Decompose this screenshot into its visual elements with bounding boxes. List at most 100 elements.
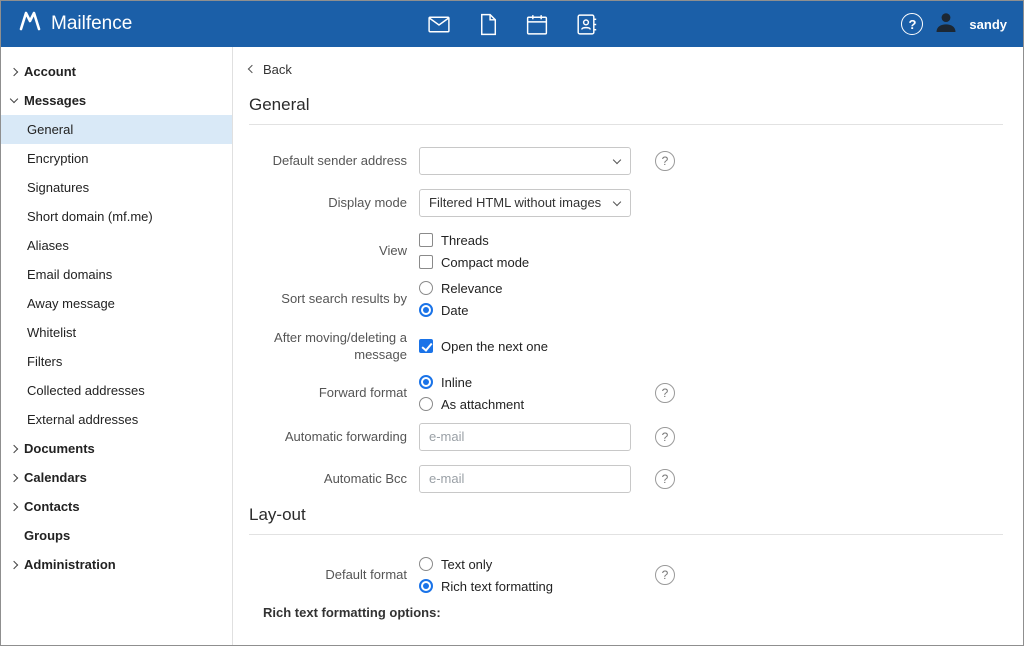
field-label: View: [249, 242, 419, 260]
sidebar-item-administration[interactable]: Administration: [1, 550, 232, 579]
sidebar-item-documents[interactable]: Documents: [1, 434, 232, 463]
sidebar-item-signatures[interactable]: Signatures: [1, 173, 232, 202]
display-mode-select[interactable]: Filtered HTML without images: [419, 189, 631, 217]
chevron-right-icon: [10, 502, 18, 510]
row-view: View Threads Compact mode: [249, 233, 1003, 270]
sidebar-item-whitelist[interactable]: Whitelist: [1, 318, 232, 347]
documents-icon[interactable]: [475, 11, 501, 37]
help-icon[interactable]: ?: [655, 427, 675, 447]
sidebar: Account Messages General Encryption Sign…: [1, 47, 233, 645]
open-next-checkbox-option[interactable]: Open the next one: [419, 339, 631, 354]
field-label: After moving/deleting a message: [249, 329, 419, 364]
top-right-area: ? sandy: [901, 9, 1007, 40]
automatic-forwarding-input[interactable]: [419, 423, 631, 451]
help-icon[interactable]: ?: [901, 13, 923, 35]
sidebar-item-groups[interactable]: Groups: [1, 521, 232, 550]
help-icon[interactable]: ?: [655, 565, 675, 585]
automatic-bcc-input[interactable]: [419, 465, 631, 493]
default-sender-select[interactable]: [419, 147, 631, 175]
sidebar-item-contacts[interactable]: Contacts: [1, 492, 232, 521]
relevance-radio-option[interactable]: Relevance: [419, 281, 631, 296]
mailfence-app: Mailfence ? sandy: [0, 0, 1024, 646]
sidebar-item-aliases[interactable]: Aliases: [1, 231, 232, 260]
option-label: Inline: [441, 375, 472, 390]
sidebar-item-label: Short domain (mf.me): [27, 209, 153, 224]
chevron-down-icon: [10, 95, 18, 103]
main-area: Account Messages General Encryption Sign…: [1, 47, 1023, 645]
sidebar-item-away-message[interactable]: Away message: [1, 289, 232, 318]
sidebar-item-filters[interactable]: Filters: [1, 347, 232, 376]
sidebar-item-external-addresses[interactable]: External addresses: [1, 405, 232, 434]
sidebar-item-label: Calendars: [24, 470, 87, 485]
rich-text-radio-option[interactable]: Rich text formatting: [419, 579, 631, 594]
chevron-left-icon: [248, 65, 256, 73]
threads-checkbox-option[interactable]: Threads: [419, 233, 631, 248]
compact-mode-checkbox-option[interactable]: Compact mode: [419, 255, 631, 270]
field-label: Forward format: [249, 384, 419, 402]
section-heading-layout: Lay-out: [249, 505, 1003, 525]
field-label: Automatic forwarding: [249, 428, 419, 446]
option-label: Compact mode: [441, 255, 529, 270]
option-label: Rich text formatting: [441, 579, 553, 594]
sidebar-item-email-domains[interactable]: Email domains: [1, 260, 232, 289]
rtf-options-label: Rich text formatting options:: [263, 605, 1003, 620]
chevron-right-icon: [10, 67, 18, 75]
sidebar-item-label: Groups: [24, 528, 70, 543]
field-label: Sort search results by: [249, 290, 419, 308]
sidebar-item-general[interactable]: General: [1, 115, 232, 144]
help-icon[interactable]: ?: [655, 383, 675, 403]
row-after-move: After moving/deleting a message Open the…: [249, 329, 1003, 364]
checkbox-checked-icon: [419, 339, 433, 353]
back-button[interactable]: Back: [249, 62, 292, 77]
field-label: Display mode: [249, 194, 419, 212]
contacts-icon[interactable]: [573, 11, 599, 37]
sidebar-item-collected-addresses[interactable]: Collected addresses: [1, 376, 232, 405]
radio-unchecked-icon: [419, 281, 433, 295]
radio-checked-icon: [419, 579, 433, 593]
sidebar-item-calendars[interactable]: Calendars: [1, 463, 232, 492]
sidebar-item-label: Whitelist: [27, 325, 76, 340]
mail-icon[interactable]: [426, 11, 452, 37]
chevron-right-icon: [10, 444, 18, 452]
option-label: Text only: [441, 557, 492, 572]
brand-name: Mailfence: [51, 13, 132, 35]
section-heading-general: General: [249, 95, 1003, 115]
date-radio-option[interactable]: Date: [419, 303, 631, 318]
calendar-icon[interactable]: [524, 11, 550, 37]
username[interactable]: sandy: [969, 17, 1007, 32]
row-sort-search: Sort search results by Relevance Date: [249, 281, 1003, 318]
row-default-sender: Default sender address ?: [249, 147, 1003, 175]
help-icon[interactable]: ?: [655, 151, 675, 171]
field-label: Default sender address: [249, 152, 419, 170]
section-divider: [249, 534, 1003, 535]
sidebar-item-short-domain[interactable]: Short domain (mf.me): [1, 202, 232, 231]
brand[interactable]: Mailfence: [17, 9, 132, 39]
select-value: Filtered HTML without images: [429, 195, 601, 210]
sidebar-item-label: Contacts: [24, 499, 80, 514]
sidebar-item-label: External addresses: [27, 412, 138, 427]
option-label: Date: [441, 303, 468, 318]
inline-radio-option[interactable]: Inline: [419, 375, 631, 390]
chevron-down-icon: [613, 197, 621, 205]
text-only-radio-option[interactable]: Text only: [419, 557, 631, 572]
checkbox-unchecked-icon: [419, 255, 433, 269]
chevron-right-icon: [10, 473, 18, 481]
help-icon[interactable]: ?: [655, 469, 675, 489]
mailfence-logo-icon: [17, 9, 43, 39]
sidebar-item-messages[interactable]: Messages: [1, 86, 232, 115]
sidebar-item-label: General: [27, 122, 73, 137]
sidebar-item-label: Messages: [24, 93, 86, 108]
settings-content: Back General Default sender address ? Di…: [233, 47, 1023, 645]
sidebar-item-label: Filters: [27, 354, 62, 369]
option-label: As attachment: [441, 397, 524, 412]
sidebar-item-label: Away message: [27, 296, 115, 311]
sidebar-item-account[interactable]: Account: [1, 57, 232, 86]
section-divider: [249, 124, 1003, 125]
as-attachment-radio-option[interactable]: As attachment: [419, 397, 631, 412]
option-label: Relevance: [441, 281, 502, 296]
avatar[interactable]: [934, 9, 958, 40]
row-display-mode: Display mode Filtered HTML without image…: [249, 189, 1003, 217]
sidebar-item-label: Documents: [24, 441, 95, 456]
sidebar-item-encryption[interactable]: Encryption: [1, 144, 232, 173]
row-auto-bcc: Automatic Bcc ?: [249, 465, 1003, 493]
